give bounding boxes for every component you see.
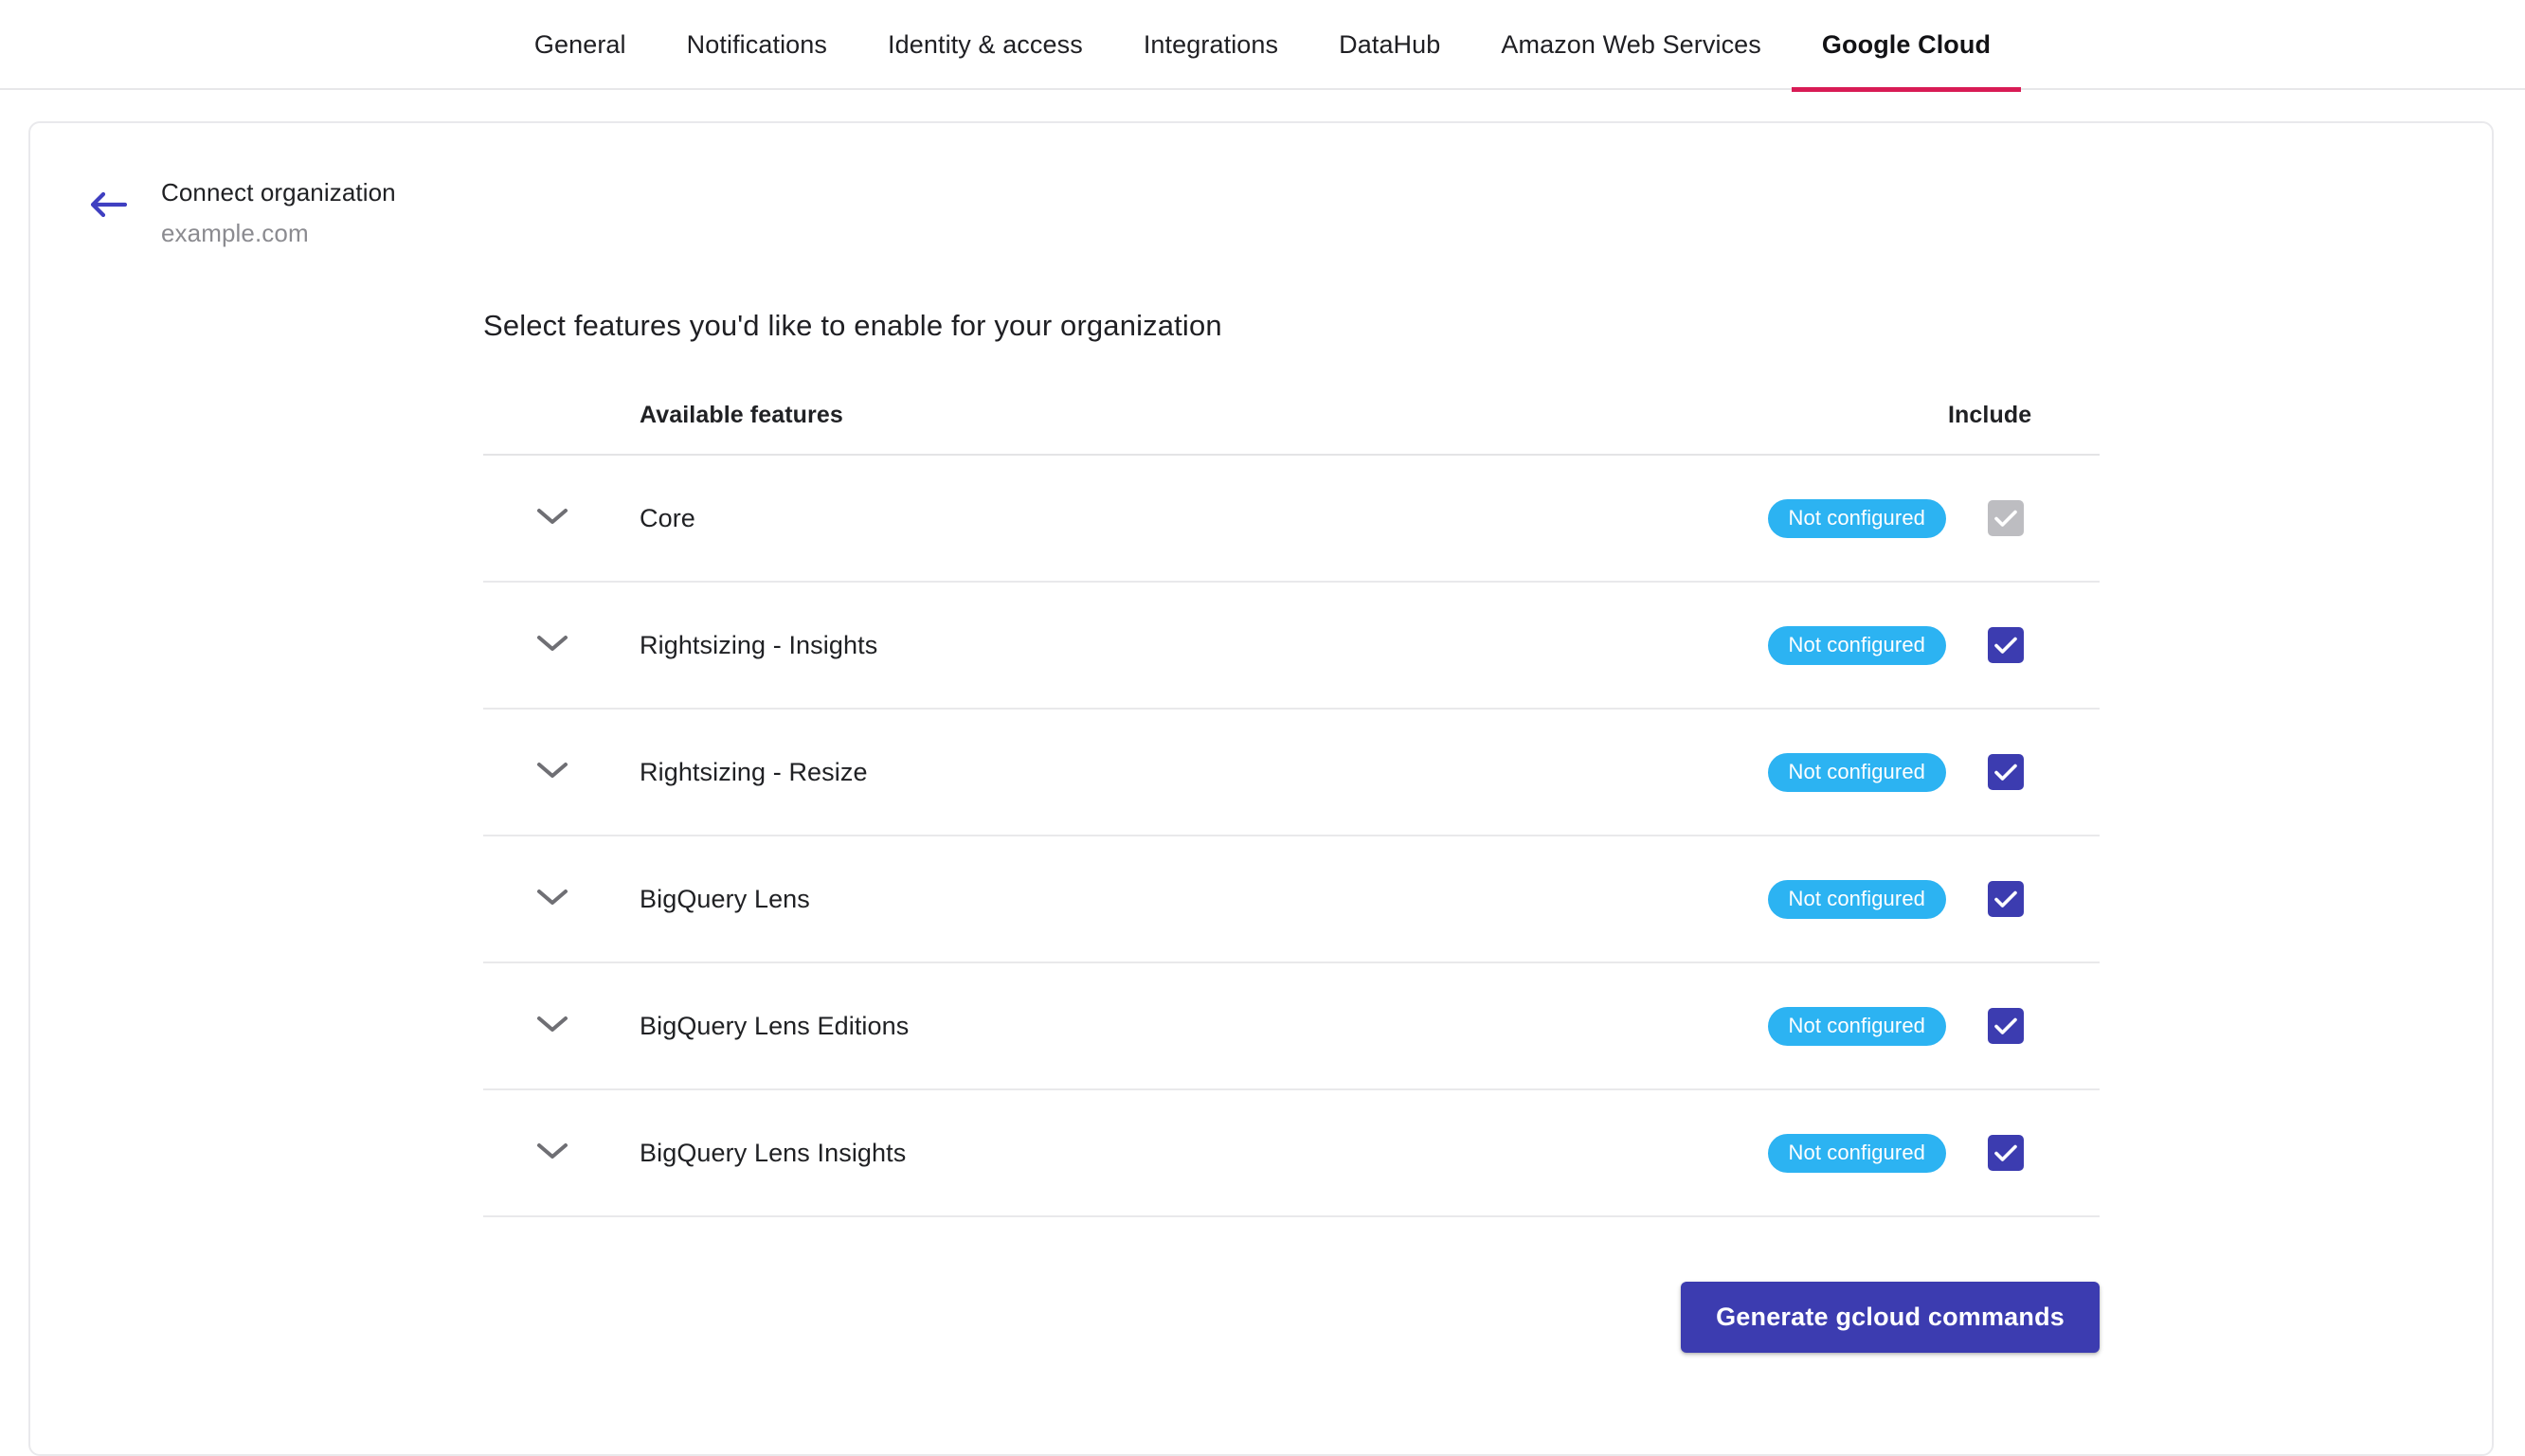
features-table: Available features Include Core Not confi… — [483, 402, 2100, 1217]
table-row: Rightsizing - Resize Not configured — [483, 710, 2100, 836]
table-row: BigQuery Lens Insights Not configured — [483, 1090, 2100, 1217]
feature-name: Rightsizing - Insights — [640, 630, 878, 659]
include-cell — [1967, 1008, 2100, 1044]
include-cell — [1967, 754, 2100, 790]
check-icon — [1993, 763, 2018, 782]
connect-organization-card: Connect organization example.com Select … — [28, 121, 2494, 1456]
status-badge: Not configured — [1767, 625, 1946, 665]
feature-name: Core — [640, 503, 695, 532]
include-checkbox[interactable] — [1988, 627, 2024, 663]
chevron-down-icon — [536, 1015, 568, 1038]
back-button[interactable] — [81, 178, 135, 231]
tab-general[interactable]: General — [504, 0, 657, 90]
status-cell: Not configured — [1683, 1133, 1967, 1173]
chevron-down-icon — [536, 634, 568, 657]
table-body: Core Not configured Rightsizing - Insights… — [483, 456, 2100, 1217]
table-row: BigQuery Lens Editions Not configured — [483, 963, 2100, 1090]
organization-domain: example.com — [161, 219, 309, 247]
section-title: Select features you'd like to enable for… — [483, 309, 1222, 342]
check-icon — [1993, 509, 2018, 528]
status-badge: Not configured — [1767, 1133, 1946, 1173]
include-cell — [1967, 627, 2100, 663]
table-row: BigQuery Lens Not configured — [483, 836, 2100, 963]
include-checkbox[interactable] — [1988, 754, 2024, 790]
status-badge: Not configured — [1767, 498, 1946, 538]
expand-row-button[interactable] — [523, 1141, 582, 1165]
check-icon — [1993, 1016, 2018, 1035]
feature-name: Rightsizing - Resize — [640, 757, 868, 786]
tab-amazon-web-services[interactable]: Amazon Web Services — [1470, 0, 1792, 90]
status-cell: Not configured — [1683, 1006, 1967, 1046]
status-cell: Not configured — [1683, 752, 1967, 792]
tab-list: General Notifications Identity & access Int… — [504, 0, 2022, 92]
check-icon — [1993, 890, 2018, 908]
status-cell: Not configured — [1683, 498, 1967, 538]
arrow-left-icon — [89, 189, 127, 220]
tab-notifications[interactable]: Notifications — [657, 0, 857, 90]
features-section: Select features you'd like to enable for… — [483, 309, 2103, 1353]
feature-name: BigQuery Lens Editions — [640, 1011, 910, 1040]
chevron-down-icon — [536, 888, 568, 911]
expand-row-button[interactable] — [523, 761, 582, 784]
include-cell — [1967, 500, 2100, 536]
include-cell — [1967, 1135, 2100, 1171]
expand-row-button[interactable] — [523, 634, 582, 657]
card-header: Connect organization example.com — [30, 123, 396, 248]
card-footer: Generate gcloud commands — [483, 1282, 2100, 1353]
chevron-down-icon — [536, 507, 568, 530]
chevron-down-icon — [536, 761, 568, 784]
expand-row-button[interactable] — [523, 888, 582, 911]
tab-integrations[interactable]: Integrations — [1113, 0, 1308, 90]
include-checkbox[interactable] — [1988, 1135, 2024, 1171]
table-row: Rightsizing - Insights Not configured — [483, 583, 2100, 710]
column-header-available-features: Available features — [640, 402, 843, 428]
header-text-group: Connect organization example.com — [161, 153, 396, 248]
status-badge: Not configured — [1767, 752, 1946, 792]
settings-tab-bar: General Notifications Identity & access Int… — [0, 0, 2525, 92]
tab-datahub[interactable]: DataHub — [1308, 0, 1470, 90]
generate-gcloud-commands-button[interactable]: Generate gcloud commands — [1681, 1282, 2100, 1353]
include-cell — [1967, 881, 2100, 917]
include-checkbox[interactable] — [1988, 881, 2024, 917]
feature-name: BigQuery Lens — [640, 884, 810, 913]
include-checkbox — [1988, 500, 2024, 536]
feature-name: BigQuery Lens Insights — [640, 1138, 907, 1167]
check-icon — [1993, 1143, 2018, 1162]
page-title: Connect organization — [161, 178, 396, 207]
tab-google-cloud[interactable]: Google Cloud — [1791, 0, 2022, 92]
column-header-include: Include — [1948, 402, 2032, 428]
table-header-row: Available features Include — [483, 402, 2100, 456]
status-cell: Not configured — [1683, 879, 1967, 919]
table-row: Core Not configured — [483, 456, 2100, 583]
expand-row-button[interactable] — [523, 1015, 582, 1038]
include-checkbox[interactable] — [1988, 1008, 2024, 1044]
status-badge: Not configured — [1767, 1006, 1946, 1046]
status-cell: Not configured — [1683, 625, 1967, 665]
expand-row-button[interactable] — [523, 507, 582, 530]
chevron-down-icon — [536, 1141, 568, 1165]
status-badge: Not configured — [1767, 879, 1946, 919]
tab-identity-access[interactable]: Identity & access — [857, 0, 1113, 90]
check-icon — [1993, 636, 2018, 655]
